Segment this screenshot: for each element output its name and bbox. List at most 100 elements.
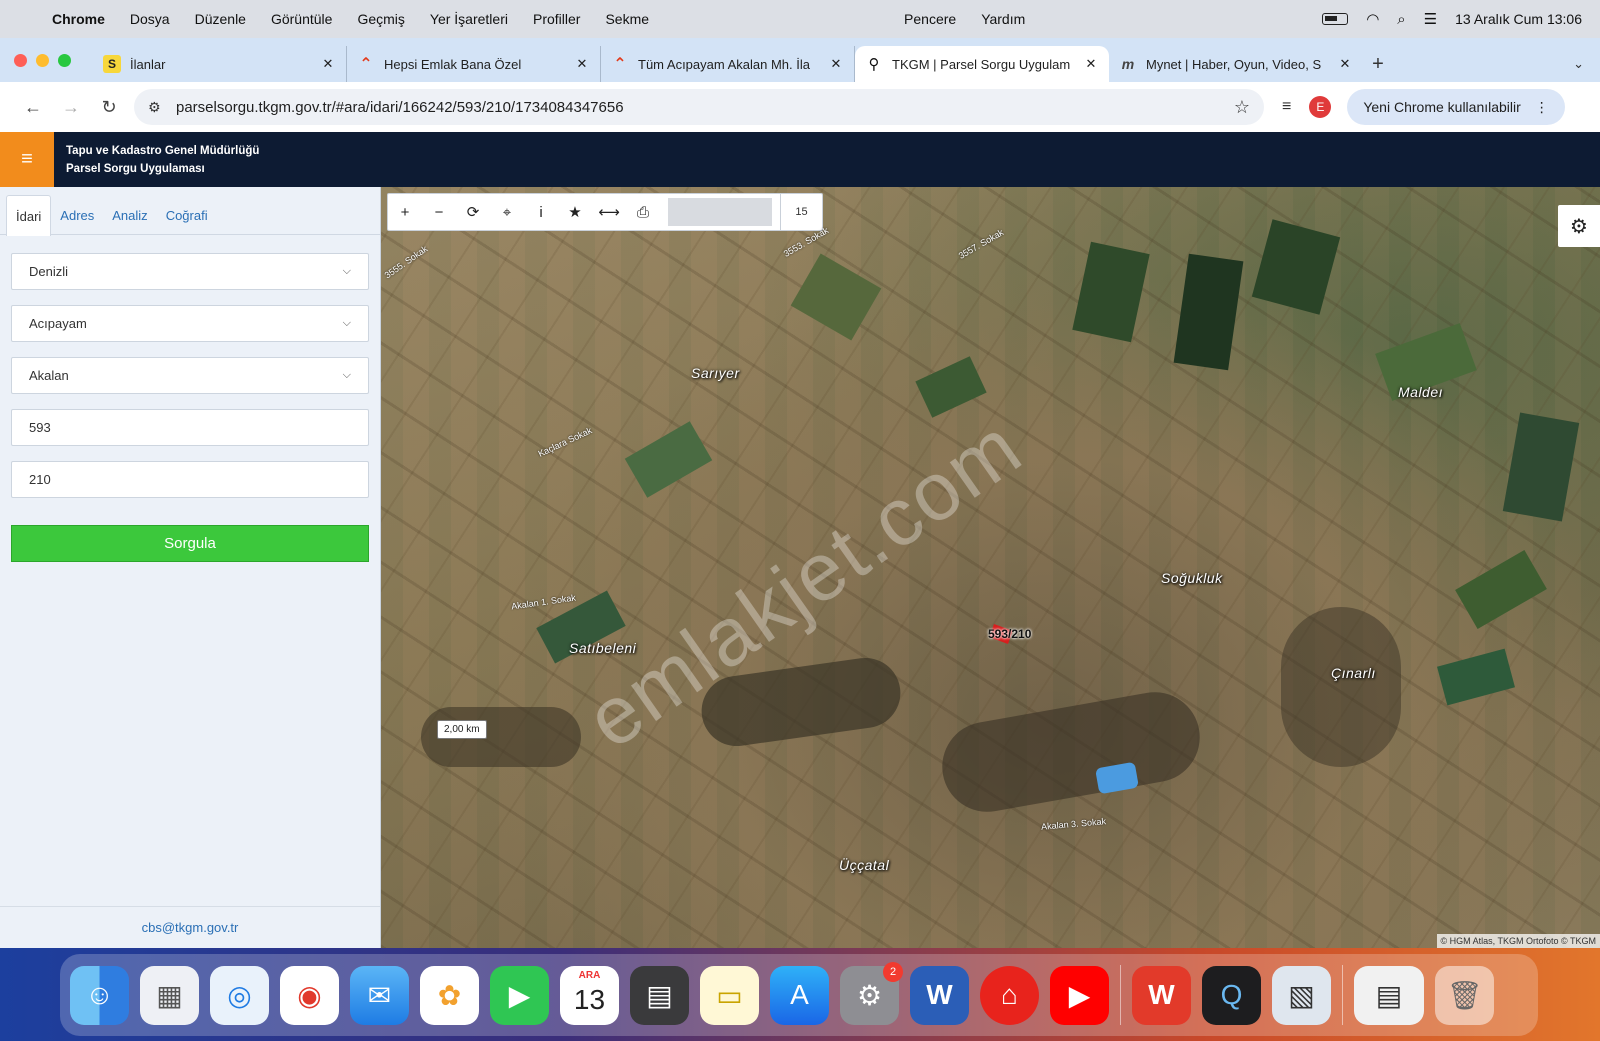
photos-icon[interactable]: ✿ [420,965,479,1025]
star-icon[interactable]: ★ [558,193,592,231]
ilce-select[interactable]: Acıpayam ⌵ [11,305,369,342]
dock-separator [1120,965,1121,1025]
browser-tab-hepsiemlak[interactable]: ⌃ Hepsi Emlak Bana Özel ✕ [347,46,601,82]
forward-arrow-icon[interactable]: → [52,97,90,118]
zoom-window-button[interactable] [58,53,71,67]
hamburger-menu-icon[interactable]: ≡ [0,132,54,187]
menu-app-name[interactable]: Chrome [52,11,105,27]
browser-tab-tkgm[interactable]: ⚲ TKGM | Parsel Sorgu Uygulam ✕ [855,46,1109,82]
system-settings-icon[interactable]: ⚙ 2 [840,961,903,1025]
address-bar[interactable]: ⚙ parselsorgu.tkgm.gov.tr/#ara/idari/166… [134,89,1264,125]
close-tab-icon[interactable]: ✕ [574,56,590,72]
profile-avatar[interactable]: E [1309,96,1332,118]
reading-list-icon[interactable]: ≡ [1282,98,1291,116]
close-tab-icon[interactable]: ✕ [1337,56,1353,72]
sahibinden-icon: S [103,55,121,73]
calculator-icon[interactable]: ▤ [630,965,689,1025]
map-search-input[interactable] [668,198,772,226]
new-tab-button[interactable]: + [1363,46,1393,82]
menu-profiller[interactable]: Profiller [533,11,580,27]
menu-goruntule[interactable]: Görüntüle [271,11,332,27]
close-tab-icon[interactable]: ✕ [1083,56,1099,72]
tab-search-chevron-icon[interactable]: ⌄ [1573,46,1584,82]
kebab-menu-icon[interactable]: ⋮ [1535,99,1549,116]
map-forest [935,685,1207,819]
chrome-icon[interactable]: ◉ [280,965,339,1025]
calendar-icon[interactable]: ARA 13 [560,965,619,1025]
wifi-icon[interactable]: ◠ [1366,10,1379,28]
url-text[interactable]: parselsorgu.tkgm.gov.tr/#ara/idari/16624… [176,99,1234,116]
preview-icon[interactable]: ▧ [1272,965,1331,1025]
browser-tab-mynet[interactable]: m Mynet | Haber, Oyun, Video, S ✕ [1109,46,1363,82]
site-settings-icon[interactable]: ⚙ [148,99,176,116]
browser-tab-acipayam[interactable]: ⌃ Tüm Acıpayam Akalan Mh. İla ✕ [601,46,855,82]
bookmark-star-icon[interactable]: ☆ [1234,97,1250,118]
browser-tab-ilanlar[interactable]: S İlanlar ✕ [93,46,347,82]
satellite-map[interactable]: + − ⟳ ⌖ i ★ ⟷ ⎙ 15 ⚙ Sarıyer Maldeı Soğu… [381,187,1600,948]
mail-icon[interactable]: ✉ [350,965,409,1025]
locate-icon[interactable]: ⌖ [490,193,524,231]
facetime-icon[interactable]: ▶ [490,965,549,1025]
close-window-button[interactable] [14,53,27,67]
menu-yardim[interactable]: Yardım [981,11,1025,27]
tab-title: Hepsi Emlak Bana Özel [384,56,522,72]
tab-analiz[interactable]: Analiz [103,195,156,235]
notes-icon[interactable]: ▭ [700,965,759,1025]
safari-icon[interactable]: ◎ [210,965,269,1025]
menu-datetime[interactable]: 13 Aralık Cum 13:06 [1455,11,1582,27]
tab-cografi[interactable]: Coğrafi [157,195,217,235]
tab-idari[interactable]: İdari [6,195,52,236]
wps-office-icon[interactable]: W [1132,965,1191,1025]
zoom-in-icon[interactable]: + [388,193,422,231]
sorgula-button[interactable]: Sorgula [11,525,369,562]
menu-pencere[interactable]: Pencere [904,11,956,27]
recent-app-thumbnail-icon[interactable]: ▤ [1354,965,1424,1025]
minimize-window-button[interactable] [36,53,49,67]
place-label: Soğukluk [1161,570,1223,586]
footer-email-link[interactable]: cbs@tkgm.gov.tr [0,906,380,948]
menu-sekme[interactable]: Sekme [605,11,649,27]
measure-icon[interactable]: ⟷ [592,193,626,231]
battery-icon[interactable] [1322,13,1349,25]
launchpad-icon[interactable]: ▦ [140,965,199,1025]
menu-dosya[interactable]: Dosya [130,11,170,27]
app-header: ≡ Tapu ve Kadastro Genel Müdürlüğü Parse… [0,132,1600,187]
menu-yer-isaretleri[interactable]: Yer İşaretleri [430,11,508,27]
tab-adres[interactable]: Adres [51,195,103,235]
query-tabs: İdari Adres Analiz Coğrafi [0,187,380,236]
dock-separator [1342,965,1343,1025]
chrome-update-button[interactable]: Yeni Chrome kullanılabilir ⋮ [1347,89,1565,125]
trash-icon[interactable]: 🗑 [1435,965,1494,1025]
spotlight-search-icon[interactable]: ⌕ [1397,11,1405,28]
hepsiemlak-icon: ⌃ [613,56,627,73]
map-attribution[interactable]: © HGM Atlas, TKGM Ortofoto © TKGM [1436,934,1600,948]
il-select[interactable]: Denizli ⌵ [11,253,369,290]
hepsiemlak-app-icon[interactable]: ⌂ [980,965,1039,1025]
place-label: Maldeı [1398,384,1444,400]
youtube-icon[interactable]: ▶ [1050,965,1109,1025]
parsel-input[interactable]: 210 [11,461,369,498]
zoom-out-icon[interactable]: − [422,193,456,231]
road-label: Akalan 1. Sokak [510,592,577,612]
close-tab-icon[interactable]: ✕ [320,56,336,72]
distance-label: 2,00 km [437,720,487,739]
app-store-icon[interactable]: A [770,965,829,1025]
close-tab-icon[interactable]: ✕ [828,56,844,72]
parcel-label[interactable]: 593/210 [988,627,1031,641]
menu-gecmis[interactable]: Geçmiş [357,11,404,27]
mahalle-value: Akalan [29,368,69,383]
finder-icon[interactable]: ☺ [70,965,129,1025]
word-icon[interactable]: W [910,965,969,1025]
ada-input[interactable]: 593 [11,409,369,446]
place-label: Çınarlı [1331,665,1376,681]
print-icon[interactable]: ⎙ [626,193,660,231]
reload-icon[interactable]: ↻ [90,97,128,118]
mahalle-select[interactable]: Akalan ⌵ [11,357,369,394]
refresh-icon[interactable]: ⟳ [456,193,490,231]
quicktime-icon[interactable]: Q [1202,965,1261,1025]
map-settings-gear-icon[interactable]: ⚙ [1558,205,1600,247]
info-icon[interactable]: i [524,193,558,231]
back-arrow-icon[interactable]: ← [14,97,52,118]
control-center-icon[interactable]: ☰ [1424,10,1437,28]
menu-duzenle[interactable]: Düzenle [195,11,246,27]
